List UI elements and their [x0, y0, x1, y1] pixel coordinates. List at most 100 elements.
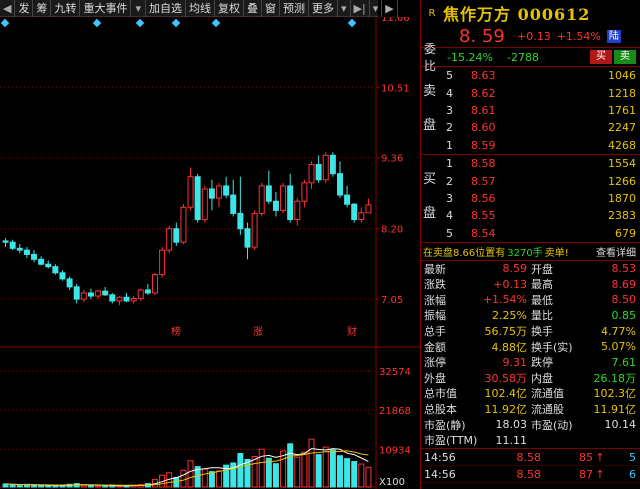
stat-value: 10.14 [604, 418, 637, 432]
buy-side-label-2: 盘 [423, 205, 437, 221]
stat-value: 7.61 [611, 355, 637, 369]
bid-row[interactable]: 4 8.55 2383 [421, 207, 640, 224]
volume-bar [329, 449, 336, 488]
event-marker-label: 涨 [253, 326, 263, 338]
buy-button[interactable]: 买 [590, 50, 612, 64]
bid-row[interactable]: 3 8.56 1870 [421, 190, 640, 207]
kline-chart-area[interactable]: 11.66 10.51 9.36 8.20 7.05 榜 涨 财 32574 21868 10934… [0, 13, 420, 489]
candle-body [87, 292, 94, 297]
stat-label: 总市值 [424, 387, 457, 401]
toolbar-item[interactable]: 加自选 [146, 0, 186, 17]
bid-row[interactable]: 2 8.57 1266 [421, 172, 640, 189]
candle-body [280, 185, 287, 211]
candle-body [59, 272, 66, 280]
toolbar-item[interactable]: 重大事件 [80, 0, 132, 17]
candle-body [116, 296, 123, 302]
sell-button[interactable]: 卖 [614, 50, 636, 64]
candle-body [230, 194, 237, 214]
price-axis-label: 11.66 [381, 17, 410, 24]
stat-row: 市盈(静) 18.03 市盈(动) 10.14 [421, 417, 640, 433]
stat-value: 11.91亿 [593, 403, 637, 417]
stat-label: 总手 [424, 325, 446, 339]
toolbar-item[interactable]: 发 [15, 0, 34, 17]
volume-bar [308, 438, 315, 488]
view-detail-link[interactable]: 查看详细 [596, 244, 640, 259]
ask-row[interactable]: 3 8.61 1761 [421, 102, 640, 119]
stock-header: R 焦作万方 000612 [421, 0, 640, 26]
bid-row[interactable]: 5 8.54 679 [421, 225, 640, 242]
toolbar-item[interactable]: 九转 [51, 0, 81, 17]
stat-row: 金额 4.88亿 换手(实) 5.07% [421, 339, 640, 355]
candle-body [287, 185, 294, 221]
candle-body [137, 289, 144, 299]
candle-body [344, 194, 351, 205]
toolbar-right-arrow-icon[interactable]: ▶ [382, 0, 398, 17]
ask-row[interactable]: 2 8.60 2247 [421, 119, 640, 136]
candle-body [244, 228, 251, 248]
ask-level: 5 [446, 69, 453, 83]
volume-bar [187, 460, 194, 488]
candle-body [144, 289, 151, 294]
candle-body [237, 212, 244, 230]
stat-label: 外盘 [424, 371, 446, 385]
toolbar-item[interactable]: 复权 [215, 0, 244, 17]
tick-count: 6 [629, 467, 636, 481]
candle-body [336, 173, 343, 196]
stat-value: 102.3亿 [593, 387, 637, 401]
event-diamond-icon [171, 18, 181, 28]
volume-bar [230, 462, 237, 488]
stat-value: 8.53 [611, 262, 637, 276]
candle-body [216, 185, 223, 199]
dropdown-arrow-icon[interactable]: ▾ [131, 0, 146, 17]
kline-chart[interactable]: 11.66 10.51 9.36 8.20 7.05 榜 涨 财 32574 21868 10934… [0, 13, 420, 489]
dropdown-arrow-icon[interactable]: ▾ [338, 0, 351, 17]
ask-book: 卖 盘 5 8.63 1046 4 8.62 1218 3 8.61 1761 2 8.60 2247… [421, 67, 640, 155]
candle-body [166, 228, 173, 251]
toolbar-item[interactable]: 窗 [262, 0, 280, 17]
volume-bar [38, 485, 45, 488]
stat-value: 9.31 [502, 355, 528, 369]
toolbar-left-arrow-icon[interactable]: ◀ [0, 0, 16, 17]
stat-value: 0.85 [611, 308, 637, 322]
stat-value: 8.59 [502, 262, 528, 276]
price-axis-label: 9.36 [381, 154, 403, 165]
collapse-icon[interactable]: ▶| [351, 0, 370, 17]
ask-row[interactable]: 4 8.62 1218 [421, 84, 640, 101]
toolbar-item[interactable]: 更多 [309, 0, 338, 17]
stat-value: 18.03 [495, 418, 528, 432]
toolbar-item[interactable]: 预测 [280, 0, 309, 17]
volume-bar [87, 485, 94, 488]
stat-label: 金额 [424, 340, 446, 354]
stat-row: 振幅 2.25% 量比 0.85 [421, 308, 640, 324]
volume-bar [336, 455, 343, 488]
stat-value: 56.75万 [484, 325, 528, 339]
tick-list: 14:56 8.58 85 ↑ 5 14:56 8.58 87 ↑ 6 [421, 449, 640, 484]
candle-body [301, 182, 308, 202]
volume-bar [251, 455, 258, 488]
stat-label: 涨跌 [424, 278, 446, 292]
ask-level: 2 [446, 121, 453, 135]
ask-row[interactable]: 5 8.63 1046 [421, 67, 640, 84]
stat-value: 4.77% [601, 324, 636, 338]
stat-row: 总市值 102.4亿 流通值 102.3亿 [421, 386, 640, 402]
sell-side-label-1: 卖 [423, 84, 437, 99]
stat-value: 11.92亿 [484, 403, 528, 417]
toolbar-item[interactable]: 筹 [33, 0, 52, 17]
dropdown-arrow-icon[interactable]: ▾ [370, 0, 383, 17]
volume-bar [351, 461, 358, 488]
ask-row[interactable]: 1 8.59 4268 [421, 137, 640, 154]
bid-row[interactable]: 1 8.58 1554 [421, 155, 640, 172]
stat-value: 30.58万 [484, 371, 528, 385]
toolbar-item[interactable]: 均线 [186, 0, 215, 17]
toolbar-item[interactable]: 叠 [244, 0, 262, 17]
candle-body [102, 290, 109, 296]
volume-bar [180, 469, 187, 488]
stock-title: 焦作万方 000612 [443, 5, 591, 24]
last-price: 8. 59 [459, 26, 505, 47]
volume-bar [322, 446, 329, 488]
stat-label: 最新 [424, 262, 446, 276]
tick-count: 5 [629, 450, 636, 464]
stat-value: +1.54% [482, 293, 527, 307]
stat-label: 涨幅 [424, 293, 446, 307]
volume-bar [31, 484, 38, 488]
